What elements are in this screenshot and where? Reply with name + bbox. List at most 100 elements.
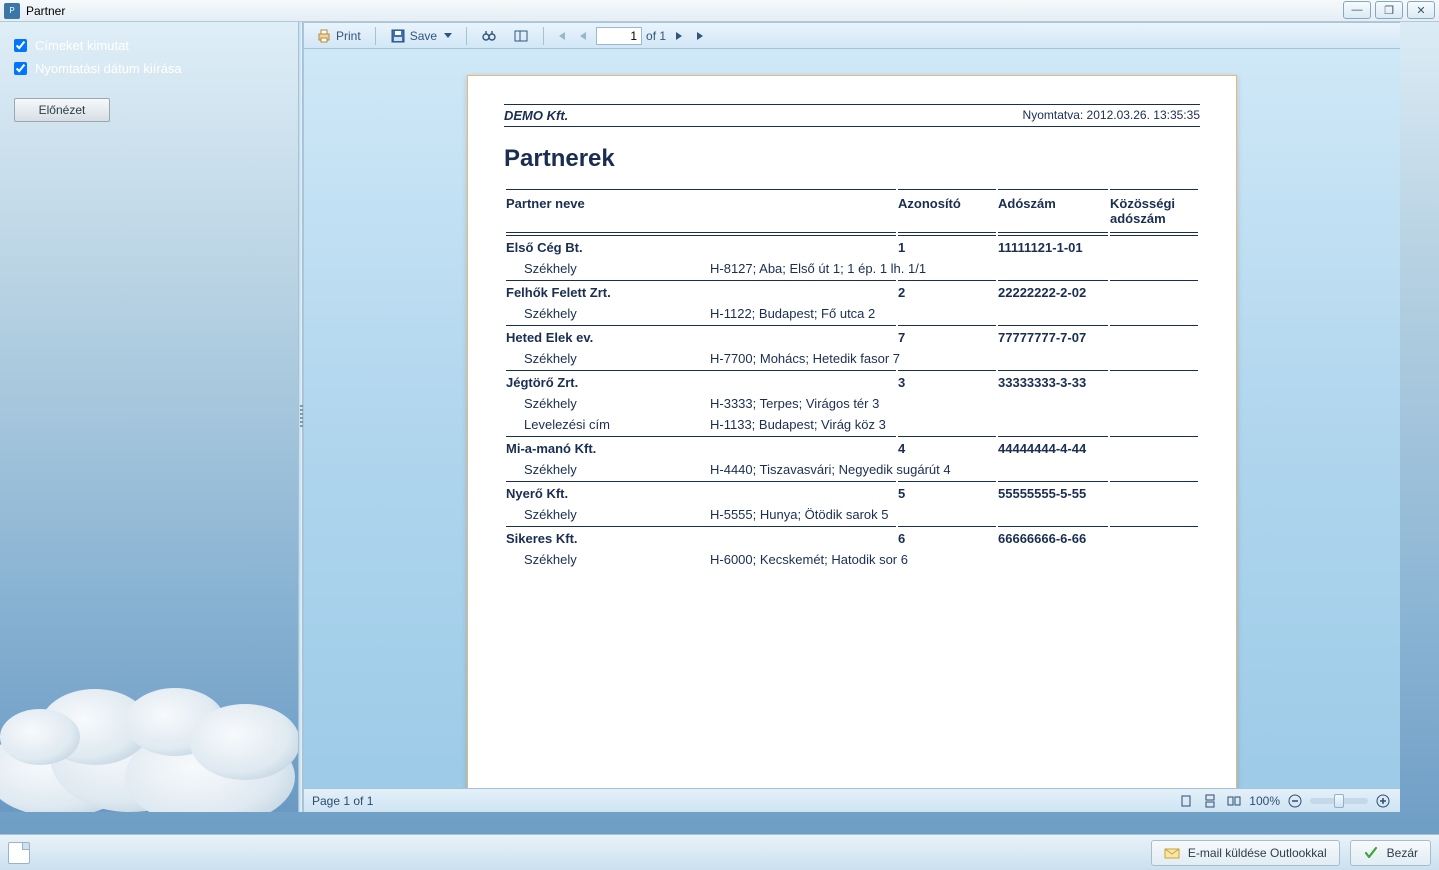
page-number-input[interactable] [596, 27, 642, 45]
window-minimize-button[interactable]: — [1343, 1, 1371, 19]
table-row: Levelezési címH-1133; Budapest; Virág kö… [506, 415, 1198, 434]
find-button[interactable] [475, 26, 503, 46]
checkbox-print-date-label: Nyomtatási dátum kiírása [35, 61, 182, 76]
report-viewer: Print Save of 1 [303, 22, 1400, 812]
layout-single-button[interactable] [1177, 792, 1195, 810]
save-button[interactable]: Save [384, 26, 458, 46]
binoculars-icon [481, 28, 497, 44]
table-row: SzékhelyH-3333; Terpes; Virágos tér 3 [506, 394, 1198, 413]
printer-icon [316, 28, 332, 44]
zoom-value: 100% [1249, 794, 1280, 808]
table-row: SzékhelyH-1122; Budapest; Fő utca 2 [506, 304, 1198, 323]
cell-eutax [1110, 235, 1198, 257]
table-row: SzékhelyH-8127; Aba; Első út 1; 1 ép. 1 … [506, 259, 1198, 278]
save-label: Save [410, 29, 437, 43]
table-row: SzékhelyH-4440; Tiszavasvári; Negyedik s… [506, 460, 1198, 479]
first-page-button[interactable] [552, 27, 570, 45]
send-email-label: E-mail küldése Outlookkal [1188, 846, 1327, 860]
cell-partner-name: Felhők Felett Zrt. [506, 280, 896, 302]
floppy-icon [390, 28, 406, 44]
cell-address: SzékhelyH-4440; Tiszavasvári; Negyedik s… [506, 460, 1198, 479]
separator [466, 27, 467, 45]
viewer-surface[interactable]: DEMO Kft. Nyomtatva: 2012.03.26. 13:35:3… [304, 49, 1400, 788]
window-title: Partner [26, 4, 65, 18]
checkbox-print-date[interactable]: Nyomtatási dátum kiírása [14, 61, 289, 76]
report-company: DEMO Kft. [504, 108, 568, 123]
last-page-button[interactable] [692, 27, 710, 45]
cell-tax: 77777777-7-07 [998, 325, 1108, 347]
cell-id: 6 [898, 526, 996, 548]
table-row: SzékhelyH-7700; Mohács; Hetedik fasor 7 [506, 349, 1198, 368]
print-label: Print [336, 29, 361, 43]
print-button[interactable]: Print [310, 26, 367, 46]
checkbox-show-addresses-label: Címeket kimutat [35, 38, 129, 53]
col-eutax: Közösségi adószám [1110, 189, 1198, 233]
send-email-button[interactable]: E-mail küldése Outlookkal [1151, 840, 1340, 866]
zoom-slider-handle[interactable] [1334, 794, 1344, 808]
checkbox-show-addresses-input[interactable] [14, 39, 27, 52]
cell-id: 7 [898, 325, 996, 347]
check-icon [1363, 845, 1379, 861]
cell-eutax [1110, 436, 1198, 458]
toggle-sidepanel-button[interactable] [507, 26, 535, 46]
window-close-button[interactable]: ✕ [1407, 1, 1435, 19]
sidebar: Címeket kimutat Nyomtatási dátum kiírása… [0, 22, 303, 812]
cell-address: SzékhelyH-1122; Budapest; Fő utca 2 [506, 304, 1198, 323]
cell-address: SzékhelyH-3333; Terpes; Virágos tér 3 [506, 394, 1198, 413]
layout-multi-button[interactable] [1225, 792, 1243, 810]
chevron-down-icon [444, 33, 452, 38]
clouds-decoration [0, 562, 303, 812]
cell-tax: 66666666-6-66 [998, 526, 1108, 548]
panel-icon [513, 28, 529, 44]
cell-eutax [1110, 526, 1198, 548]
cell-eutax [1110, 325, 1198, 347]
cell-address: SzékhelyH-5555; Hunya; Ötödik sarok 5 [506, 505, 1198, 524]
title-bar: P Partner — ❐ ✕ [0, 0, 1439, 22]
report-printed: Nyomtatva: 2012.03.26. 13:35:35 [1023, 108, 1200, 123]
cell-partner-name: Jégtörő Zrt. [506, 370, 896, 392]
table-row: Nyerő Kft.555555555-5-55 [506, 481, 1198, 503]
app-bottom-bar: E-mail küldése Outlookkal Bezár [0, 834, 1439, 870]
cell-address: SzékhelyH-6000; Kecskemét; Hatodik sor 6 [506, 550, 1198, 569]
close-label: Bezár [1387, 846, 1418, 860]
cell-partner-name: Heted Elek ev. [506, 325, 896, 347]
zoom-slider[interactable] [1310, 798, 1368, 804]
close-button[interactable]: Bezár [1350, 840, 1431, 866]
cell-partner-name: Mi-a-manó Kft. [506, 436, 896, 458]
col-tax: Adószám [998, 189, 1108, 233]
zoom-in-button[interactable] [1374, 792, 1392, 810]
checkbox-print-date-input[interactable] [14, 62, 27, 75]
table-row: SzékhelyH-5555; Hunya; Ötödik sarok 5 [506, 505, 1198, 524]
cell-address: Levelezési címH-1133; Budapest; Virág kö… [506, 415, 1198, 434]
cell-tax: 33333333-3-33 [998, 370, 1108, 392]
col-partner-name: Partner neve [506, 189, 896, 233]
cell-id: 1 [898, 235, 996, 257]
window-maximize-button[interactable]: ❐ [1375, 1, 1403, 19]
cell-tax: 22222222-2-02 [998, 280, 1108, 302]
cell-tax: 11111121-1-01 [998, 235, 1108, 257]
layout-continuous-button[interactable] [1201, 792, 1219, 810]
cell-address: SzékhelyH-8127; Aba; Első út 1; 1 ép. 1 … [506, 259, 1198, 278]
preview-button[interactable]: Előnézet [14, 98, 110, 122]
cell-eutax [1110, 280, 1198, 302]
page-of-label: of 1 [646, 29, 666, 43]
separator [375, 27, 376, 45]
cell-address: SzékhelyH-7700; Mohács; Hetedik fasor 7 [506, 349, 1198, 368]
cell-id: 3 [898, 370, 996, 392]
cell-eutax [1110, 481, 1198, 503]
document-icon[interactable] [8, 842, 30, 864]
col-id: Azonosító [898, 189, 996, 233]
cell-partner-name: Nyerő Kft. [506, 481, 896, 503]
cell-tax: 55555555-5-55 [998, 481, 1108, 503]
report-page: DEMO Kft. Nyomtatva: 2012.03.26. 13:35:3… [467, 75, 1237, 788]
separator [543, 27, 544, 45]
prev-page-button[interactable] [574, 27, 592, 45]
table-row: Sikeres Kft.666666666-6-66 [506, 526, 1198, 548]
cell-id: 5 [898, 481, 996, 503]
cell-partner-name: Első Cég Bt. [506, 235, 896, 257]
next-page-button[interactable] [670, 27, 688, 45]
checkbox-show-addresses[interactable]: Címeket kimutat [14, 38, 289, 53]
report-title: Partnerek [504, 145, 1200, 173]
zoom-out-button[interactable] [1286, 792, 1304, 810]
table-row: Jégtörő Zrt.333333333-3-33 [506, 370, 1198, 392]
